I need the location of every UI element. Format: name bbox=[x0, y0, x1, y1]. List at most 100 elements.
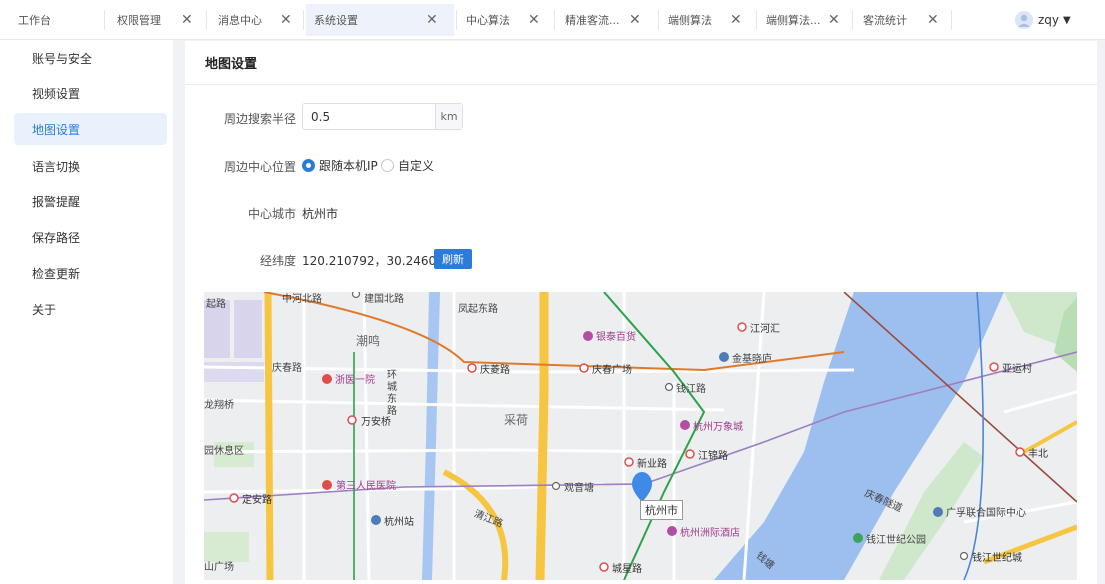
avatar-icon bbox=[1015, 11, 1033, 29]
sidebar-item-language[interactable]: 语言切换 bbox=[14, 150, 167, 182]
sidebar-item-label: 检查更新 bbox=[32, 266, 81, 281]
map-label: 银泰百货 bbox=[596, 332, 636, 343]
map-label: 龙翔桥 bbox=[204, 400, 234, 411]
coordinates-label: 经纬度 bbox=[259, 254, 296, 268]
map-label: 采荷 bbox=[504, 413, 529, 427]
map-label: 中河北路 bbox=[282, 294, 322, 305]
tab-separator bbox=[852, 10, 853, 30]
sidebar-item-label: 保存路径 bbox=[32, 230, 81, 245]
tab-edge-algorithm[interactable]: 端侧算法 ✕ bbox=[660, 4, 754, 36]
tab-precise-flow[interactable]: 精准客流... ✕ bbox=[557, 4, 655, 36]
tab-separator bbox=[756, 10, 757, 30]
map-marker-label: 杭州市 bbox=[640, 500, 683, 520]
sidebar-item-label: 视频设置 bbox=[32, 86, 81, 101]
close-icon[interactable]: ✕ bbox=[629, 13, 641, 27]
page-title: 地图设置 bbox=[185, 41, 1097, 85]
map-label: 环城东路 bbox=[387, 370, 397, 417]
sidebar-item-account-security[interactable]: 账号与安全 bbox=[14, 42, 167, 74]
tab-flow-statistics[interactable]: 客流统计 ✕ bbox=[855, 4, 950, 36]
sidebar-item-save-path[interactable]: 保存路径 bbox=[14, 221, 167, 253]
center-city-value: 杭州市 bbox=[302, 207, 339, 221]
radius-input[interactable] bbox=[303, 104, 435, 129]
map-label: 亚运村 bbox=[1002, 364, 1032, 375]
tab-label: 工作台 bbox=[18, 14, 51, 27]
sidebar-item-check-update[interactable]: 检查更新 bbox=[14, 257, 167, 289]
center-city-label: 中心城市 bbox=[247, 207, 296, 221]
map-label: 钱江路 bbox=[676, 384, 706, 395]
tab-separator bbox=[303, 10, 304, 30]
tab-separator bbox=[658, 10, 659, 30]
tab-label: 权限管理 bbox=[117, 14, 161, 27]
map-label: 潮鸣 bbox=[356, 334, 381, 348]
radio-custom[interactable]: 自定义 bbox=[381, 157, 434, 174]
caret-down-icon: ▼ bbox=[1063, 14, 1071, 26]
user-menu[interactable]: zqy ▼ bbox=[1015, 9, 1071, 31]
tab-bar: 工作台 权限管理 ✕ 消息中心 ✕ 系统设置 ✕ 中心算法 ✕ 精准客流... … bbox=[0, 0, 1105, 40]
map-view[interactable]: 起路 中河北路 建国北路 凤起东路 银泰百货 江河汇 潮鸣 金基晓庐 亚运村 庆… bbox=[204, 292, 1077, 580]
radio-checked-icon bbox=[302, 159, 315, 172]
tab-label: 精准客流... bbox=[565, 14, 620, 27]
sidebar-item-video-settings[interactable]: 视频设置 bbox=[14, 77, 167, 109]
map-label: 起路 bbox=[206, 299, 226, 310]
tab-permission[interactable]: 权限管理 ✕ bbox=[109, 4, 203, 36]
map-label: 江锦路 bbox=[698, 451, 728, 462]
center-position-label: 周边中心位置 bbox=[223, 160, 296, 174]
tab-separator bbox=[951, 10, 952, 30]
refresh-button[interactable]: 刷新 bbox=[434, 249, 472, 269]
close-icon[interactable]: ✕ bbox=[181, 13, 193, 27]
map-label: 庆春广场 bbox=[592, 365, 632, 376]
map-label: 园休息区 bbox=[204, 446, 244, 457]
radius-unit: km bbox=[435, 104, 462, 129]
radio-follow-ip[interactable]: 跟随本机IP bbox=[302, 157, 378, 174]
map-label: 城星路 bbox=[612, 564, 642, 575]
map-label: 观音塘 bbox=[564, 483, 594, 494]
map-label: 浙医一院 bbox=[335, 375, 375, 386]
tab-label: 客流统计 bbox=[863, 14, 907, 27]
map-label: 山广场 bbox=[204, 562, 234, 573]
sidebar-item-map-settings[interactable]: 地图设置 bbox=[14, 113, 167, 145]
tab-separator bbox=[206, 10, 207, 30]
close-icon[interactable]: ✕ bbox=[528, 13, 540, 27]
sidebar-item-about[interactable]: 关于 bbox=[14, 293, 167, 325]
tab-workbench[interactable]: 工作台 bbox=[10, 4, 100, 36]
map-label: 万安桥 bbox=[361, 417, 391, 428]
map-label: 钱江世纪城 bbox=[972, 553, 1022, 564]
radio-unchecked-icon bbox=[381, 159, 394, 172]
map-label: 新业路 bbox=[637, 459, 667, 470]
radio-label: 跟随本机IP bbox=[319, 159, 378, 173]
map-label: 杭州站 bbox=[384, 517, 414, 528]
tab-separator bbox=[104, 10, 105, 30]
map-label: 广孚联合国际中心 bbox=[946, 508, 1026, 519]
sidebar-item-label: 语言切换 bbox=[32, 159, 81, 174]
tab-message-center[interactable]: 消息中心 ✕ bbox=[210, 4, 300, 36]
radius-field: km bbox=[302, 103, 463, 130]
map-label: 金基晓庐 bbox=[732, 354, 772, 365]
map-label: 庆春路 bbox=[272, 363, 302, 374]
map-label: 江河汇 bbox=[750, 324, 780, 335]
map-label: 丰北 bbox=[1028, 449, 1048, 460]
map-label: 第三人民医院 bbox=[336, 481, 396, 492]
sidebar-item-alarm-reminder[interactable]: 报警提醒 bbox=[14, 185, 167, 217]
close-icon[interactable]: ✕ bbox=[828, 13, 840, 27]
map-label: 钱江世纪公园 bbox=[866, 535, 926, 546]
sidebar-item-label: 关于 bbox=[32, 302, 57, 317]
tab-edge-algorithm-2[interactable]: 端侧算法... ✕ bbox=[758, 4, 850, 36]
map-label: 定安路 bbox=[242, 495, 272, 506]
close-icon[interactable]: ✕ bbox=[280, 13, 292, 27]
close-icon[interactable]: ✕ bbox=[426, 13, 438, 27]
coordinates-value: 120.210792，30.246026 bbox=[302, 254, 452, 268]
map-label: 庆菱路 bbox=[480, 365, 510, 376]
map-canvas bbox=[204, 292, 1077, 580]
tab-center-algorithm[interactable]: 中心算法 ✕ bbox=[458, 4, 551, 36]
tab-separator bbox=[554, 10, 555, 30]
map-pin-icon[interactable] bbox=[632, 472, 652, 502]
settings-sidebar: 账号与安全 视频设置 地图设置 语言切换 报警提醒 保存路径 检查更新 关于 bbox=[0, 40, 173, 584]
map-label: 杭州万象城 bbox=[693, 422, 743, 433]
map-label: 建国北路 bbox=[364, 294, 404, 305]
close-icon[interactable]: ✕ bbox=[730, 13, 742, 27]
sidebar-item-label: 地图设置 bbox=[32, 122, 81, 137]
close-icon[interactable]: ✕ bbox=[927, 13, 939, 27]
tab-label: 中心算法 bbox=[466, 14, 510, 27]
tab-system-settings[interactable]: 系统设置 ✕ bbox=[306, 4, 454, 36]
sidebar-item-label: 报警提醒 bbox=[32, 194, 81, 209]
